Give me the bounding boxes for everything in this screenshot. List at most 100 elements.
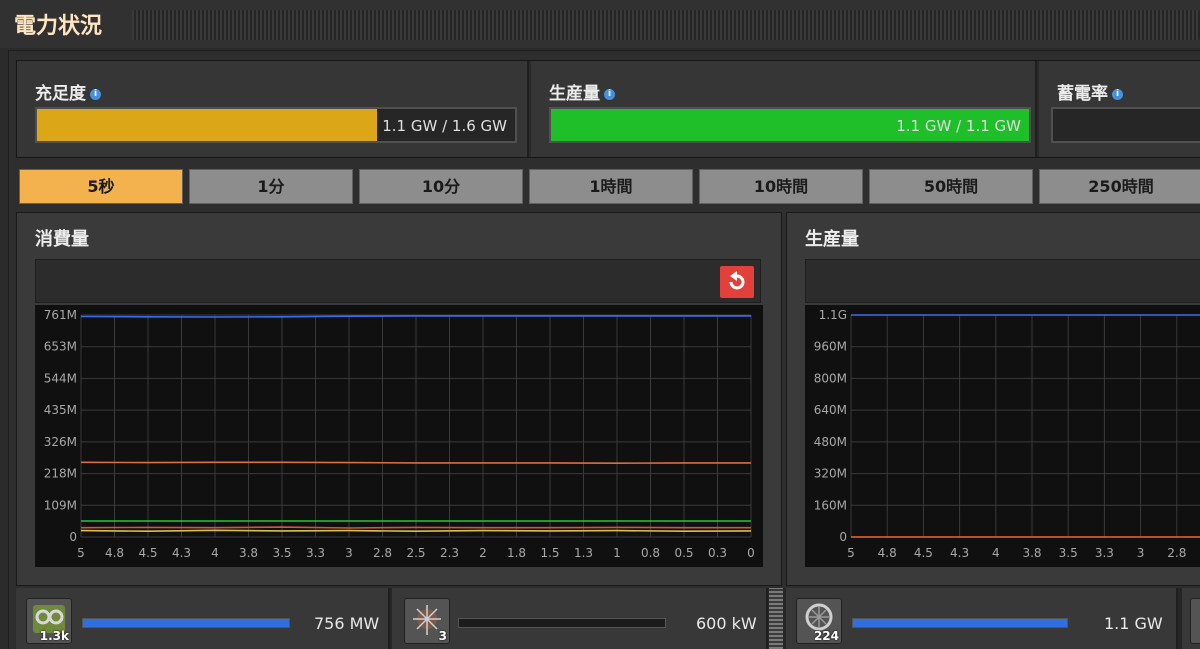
tab-1h[interactable]: 1時間 [529,169,693,204]
production-title: 生産量 [805,229,859,250]
list-item[interactable]: 1.3k 756 MW [16,588,390,649]
production-bar: 1.1 GW / 1.1 GW [549,107,1031,143]
satisfaction-bar: 1.1 GW / 1.6 GW [35,107,517,143]
item-bar [82,618,290,628]
x-tick-label: 3.5 [272,546,291,560]
production-value: 1.1 GW / 1.1 GW [896,117,1021,135]
x-tick-label: 0.8 [641,546,660,560]
y-tick-label: 0 [69,530,77,544]
item-count: 224 [813,629,839,643]
tab-5s[interactable]: 5秒 [19,169,183,204]
item-bar-fill [83,619,289,627]
accumulator-stat: 蓄電率 i [1039,61,1200,157]
x-tick-label: 2.5 [406,546,425,560]
x-tick-label: 4.8 [878,546,897,560]
y-tick-label: 761M [44,308,77,322]
x-tick-label: 4 [992,546,1000,560]
x-tick-label: 0.3 [708,546,727,560]
y-tick-label: 0 [839,530,847,544]
item-bar [458,618,666,628]
x-tick-label: 0.5 [674,546,693,560]
window-title: 電力状況 [14,14,103,39]
x-tick-label: 1.8 [507,546,526,560]
series-line-1 [80,461,751,465]
production-label: 生産量 [549,84,600,104]
x-tick-label: 5 [847,546,855,560]
production-stat: 生産量 i 1.1 GW / 1.1 GW [531,61,1037,157]
scrollbar[interactable] [769,588,783,649]
series-line-4 [80,529,752,533]
x-tick-label: 3.8 [239,546,258,560]
x-tick-label: 1.5 [540,546,559,560]
x-tick-label: 4 [211,546,219,560]
y-tick-label: 320M [814,467,847,481]
y-tick-label: 435M [44,403,77,417]
title-bar: 電力状況 [0,0,1200,48]
x-tick-label: 3 [345,546,353,560]
reset-button[interactable] [720,266,754,298]
consumption-chart: 5 4.8 4.5 4.3 4 3.8 3.5 3.3 3 2.8 2.5 2.3 2 1.8 1.5 1.3… [35,305,763,567]
x-tick-label: 2.8 [373,546,392,560]
list-item[interactable]: 224 1.1 GW [786,588,1178,649]
satisfaction-bar-fill [37,109,378,141]
entity-list: 1.3k 756 MW 3 600 kW 224 1.1 GW [16,588,1200,649]
production-panel: 生産量 54.84.54.343.83.53.332.82.50160M320M… [786,212,1200,586]
x-tick-label: 3.8 [1022,546,1041,560]
series-line-3 [80,526,751,529]
satisfaction-label: 充足度 [35,84,86,104]
y-tick-label: 640M [814,403,847,417]
info-icon[interactable]: i [1112,88,1123,100]
x-tick-label: 1.3 [574,546,593,560]
info-icon[interactable]: i [90,88,101,100]
y-tick-label: 218M [44,467,77,481]
y-tick-label: 326M [44,435,77,449]
x-tick-label: 2.3 [440,546,459,560]
consumption-panel: 消費量 5 4.8 4.5 4.3 4 3.8 3.5 3.3 3 2.8 2.5 2.3 2 1.8 1.… [16,212,782,586]
y-tick-label: 544M [44,371,77,385]
x-tick-label: 1 [613,546,621,560]
y-tick-label: 653M [44,340,77,354]
y-tick-label: 1.1G [819,308,847,322]
x-tick-label: 3 [1137,546,1145,560]
consumption-legend [35,259,761,303]
y-tick-label: 109M [44,498,77,512]
tab-10h[interactable]: 10時間 [699,169,863,204]
x-tick-label: 4.3 [950,546,969,560]
satisfaction-value: 1.1 GW / 1.6 GW [382,117,507,135]
tab-10m[interactable]: 10分 [359,169,523,204]
radar-icon: 3 [404,598,450,644]
tab-1m[interactable]: 1分 [189,169,353,204]
list-item[interactable]: 3 600 kW [392,588,768,649]
y-tick-label: 160M [814,498,847,512]
reset-icon [729,271,745,290]
y-tick-label: 480M [814,435,847,449]
accumulator-label: 蓄電率 [1057,84,1108,104]
item-value: 600 kW [696,614,757,633]
x-tick-label: 4.3 [172,546,191,560]
satisfaction-stat: 充足度 i 1.1 GW / 1.6 GW [17,61,529,157]
item-icon [1190,598,1200,644]
x-tick-label: 2.8 [1167,546,1186,560]
accumulator-bar [1051,107,1200,143]
x-tick-label: 3.3 [1095,546,1114,560]
x-tick-label: 5 [77,546,85,560]
x-tick-label: 4.5 [138,546,157,560]
time-range-tabs: 5秒 1分 10分 1時間 10時間 50時間 250時間 [19,169,1200,205]
drag-handle[interactable] [132,10,1200,40]
tab-50h[interactable]: 50時間 [869,169,1033,204]
production-chart: 54.84.54.343.83.53.332.82.50160M320M480M… [805,305,1200,567]
y-tick-label: 960M [814,340,847,354]
item-value: 1.1 GW [1104,614,1163,633]
tab-250h[interactable]: 250時間 [1039,169,1200,204]
production-legend [805,259,1200,303]
x-tick-label: 4.8 [105,546,124,560]
list-item[interactable] [1182,588,1200,649]
machine-icon: 1.3k [26,598,72,644]
item-count: 3 [438,629,447,643]
item-bar [852,618,1068,628]
item-value: 756 MW [314,614,380,633]
info-icon[interactable]: i [604,88,615,100]
consumption-title: 消費量 [35,229,89,250]
x-tick-label: 3.3 [306,546,325,560]
item-count: 1.3k [39,629,69,643]
